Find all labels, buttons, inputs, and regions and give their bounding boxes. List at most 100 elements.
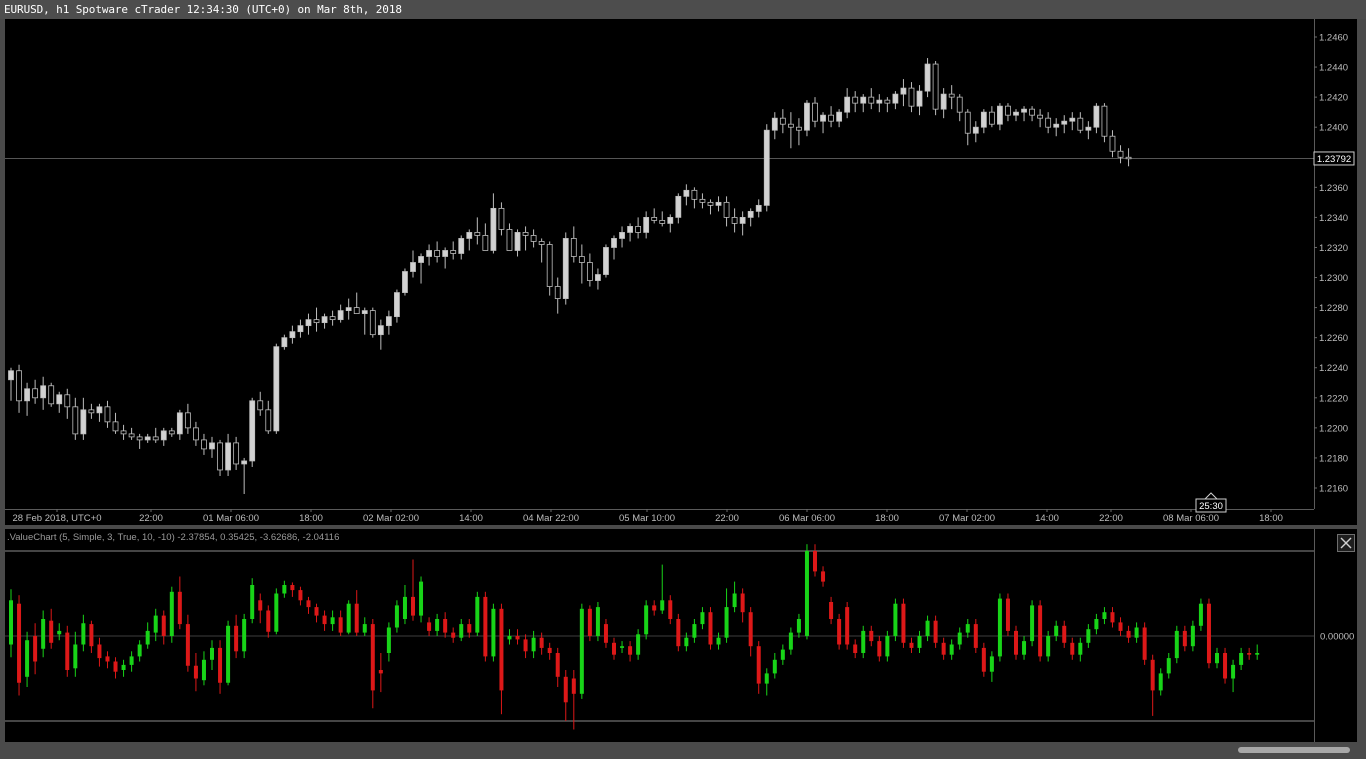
bull-candle bbox=[176, 412, 183, 435]
bull-candle bbox=[458, 238, 465, 254]
bear-candle bbox=[796, 126, 802, 131]
indicator-bar-up bbox=[1054, 625, 1059, 636]
bull-candle bbox=[755, 204, 762, 212]
bull-candle bbox=[675, 195, 682, 218]
time-tick-label: 28 Feb 2018, UTC+0 bbox=[13, 513, 102, 524]
bull-candle bbox=[627, 226, 633, 233]
indicator-bar-up bbox=[386, 627, 391, 653]
bull-candle bbox=[1085, 126, 1092, 131]
pane-splitter[interactable] bbox=[5, 525, 1357, 529]
bull-candle bbox=[40, 385, 47, 399]
bear-candle bbox=[538, 241, 545, 245]
indicator-bar-down bbox=[740, 593, 745, 613]
bull-candle bbox=[56, 394, 63, 405]
indicator-bar-down bbox=[756, 646, 761, 684]
price-tick-label: 1.2360 bbox=[1319, 183, 1348, 194]
bear-candle bbox=[88, 409, 95, 414]
time-tick-label: 04 Mar 22:00 bbox=[523, 513, 579, 524]
indicator-bar-down bbox=[981, 647, 986, 672]
bear-candle bbox=[257, 400, 264, 411]
axis-corner bbox=[1314, 509, 1357, 525]
indicator-bar-up bbox=[997, 598, 1002, 657]
indicator-bar-down bbox=[105, 656, 110, 662]
bull-candle bbox=[321, 316, 328, 324]
indicator-bar-up bbox=[660, 600, 665, 611]
bull-candle bbox=[442, 250, 449, 257]
bull-candle bbox=[892, 93, 899, 104]
price-tick-label: 1.2160 bbox=[1319, 484, 1348, 495]
bear-candle bbox=[1029, 108, 1035, 116]
bull-candle bbox=[643, 216, 650, 233]
bear-candle bbox=[72, 406, 79, 435]
bull-candle bbox=[595, 274, 601, 281]
indicator-bar-down bbox=[1206, 603, 1211, 664]
indicator-bar-down bbox=[113, 661, 118, 672]
indicator-bar-up bbox=[346, 603, 351, 633]
indicator-bar-up bbox=[362, 624, 367, 633]
bull-candle bbox=[715, 201, 722, 206]
indicator-bar-up bbox=[1255, 653, 1260, 655]
indicator-bar-up bbox=[957, 632, 962, 645]
chart-canvas[interactable]: 1.24601.24401.24201.24001.23801.23601.23… bbox=[0, 0, 1366, 759]
bull-candle bbox=[209, 442, 215, 450]
bear-candle bbox=[908, 87, 915, 107]
bear-candle bbox=[1077, 117, 1084, 131]
indicator-bar-down bbox=[901, 603, 906, 643]
indicator-bar-down bbox=[652, 605, 657, 611]
indicator-bar-up bbox=[700, 612, 705, 625]
indicator-bar-down bbox=[1038, 605, 1043, 657]
indicator-bar-down bbox=[909, 642, 914, 648]
indicator-bar-up bbox=[250, 585, 255, 619]
time-tick-label: 18:00 bbox=[299, 513, 323, 524]
price-tick-label: 1.2240 bbox=[1319, 363, 1348, 374]
indicator-bar-down bbox=[1070, 642, 1075, 655]
indicator-bar-down bbox=[97, 644, 102, 659]
indicator-bar-up bbox=[595, 607, 600, 636]
bull-candle bbox=[241, 460, 248, 465]
indicator-bar-up bbox=[788, 632, 793, 650]
indicator-bar-up bbox=[1190, 625, 1195, 647]
indicator-close-button[interactable] bbox=[1337, 534, 1355, 552]
indicator-bar-up bbox=[402, 596, 407, 619]
bear-candle bbox=[723, 201, 730, 218]
indicator-bar-up bbox=[137, 644, 142, 657]
indicator-bar-down bbox=[378, 670, 383, 674]
indicator-bar-down bbox=[1247, 653, 1252, 655]
indicator-bar-up bbox=[732, 593, 737, 608]
indicator-bar-down bbox=[877, 641, 882, 657]
bull-candle bbox=[361, 310, 368, 315]
bull-candle bbox=[490, 207, 497, 251]
indicator-bar-up bbox=[129, 656, 134, 665]
indicator-bar-down bbox=[258, 600, 263, 611]
price-pane[interactable] bbox=[5, 19, 1314, 509]
bear-candle bbox=[136, 436, 143, 441]
indicator-bar-down bbox=[973, 624, 978, 648]
indicator-bar-down bbox=[555, 653, 560, 677]
bear-candle bbox=[578, 256, 585, 263]
indicator-bar-up bbox=[491, 608, 496, 657]
indicator-bar-up bbox=[73, 644, 78, 669]
indicator-bar-up bbox=[1046, 636, 1051, 657]
bull-candle bbox=[96, 406, 103, 414]
bull-candle bbox=[8, 370, 14, 381]
price-tick-label: 1.2260 bbox=[1319, 333, 1348, 344]
bull-candle bbox=[739, 216, 746, 224]
bull-candle bbox=[305, 319, 312, 327]
bear-candle bbox=[812, 102, 818, 122]
indicator-bar-up bbox=[965, 624, 970, 633]
scrollbar-thumb[interactable] bbox=[1238, 747, 1350, 753]
bear-candle bbox=[1109, 135, 1116, 152]
price-tick-label: 1.2200 bbox=[1319, 423, 1348, 434]
bull-candle bbox=[273, 346, 280, 432]
indicator-bar-up bbox=[885, 636, 890, 657]
indicator-bar-up bbox=[9, 600, 13, 645]
bull-candle bbox=[418, 256, 424, 263]
indicator-bar-up bbox=[989, 656, 994, 672]
bear-candle bbox=[948, 93, 955, 98]
indicator-bar-down bbox=[298, 590, 303, 601]
price-tick-label: 1.2400 bbox=[1319, 123, 1348, 134]
indicator-bar-down bbox=[89, 624, 94, 647]
bear-candle bbox=[265, 409, 272, 432]
indicator-bar-down bbox=[676, 619, 681, 647]
horizontal-scrollbar[interactable] bbox=[5, 745, 1357, 755]
